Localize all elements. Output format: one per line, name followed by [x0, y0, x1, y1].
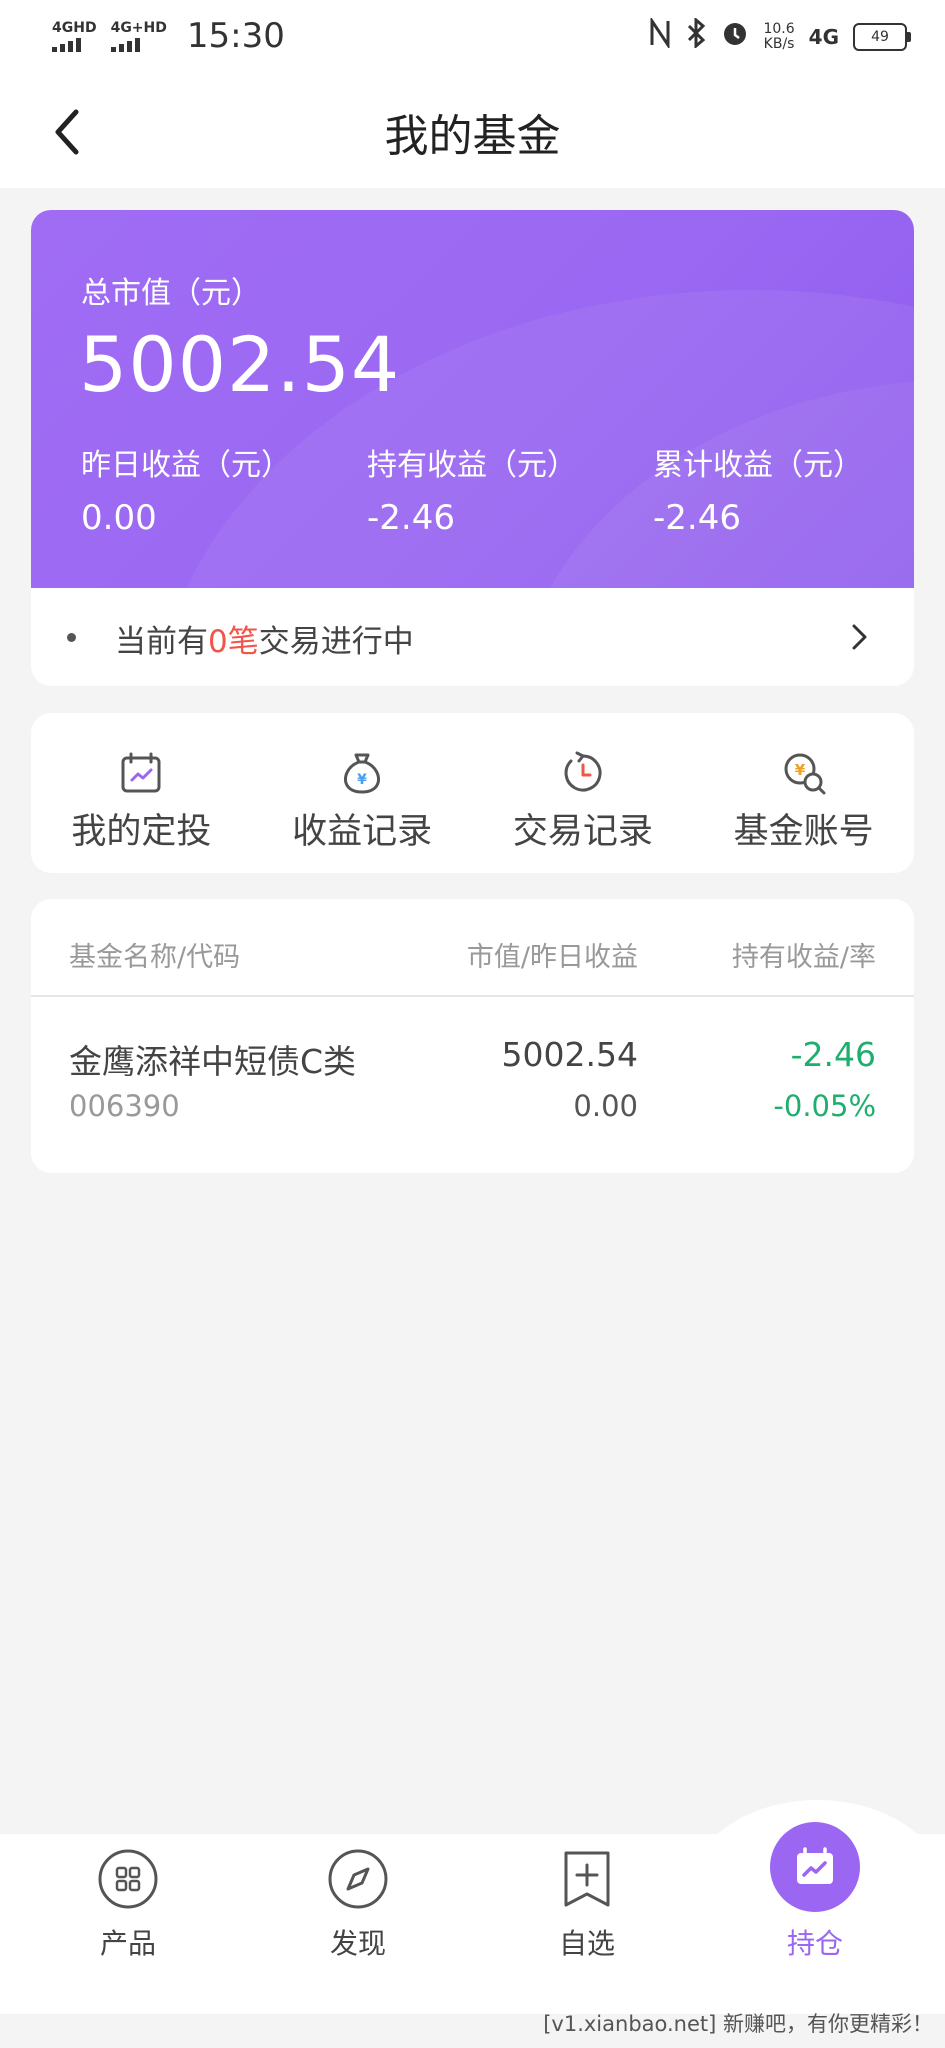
- tab-products[interactable]: 产品: [48, 1848, 208, 1962]
- column-header-name: 基金名称/代码: [69, 942, 241, 973]
- action-label: 基金账号: [733, 812, 874, 852]
- sim1-signal: 4GHD: [52, 21, 97, 52]
- pending-text: 当前有0笔交易进行中: [115, 616, 414, 661]
- total-value: 5002.54: [79, 320, 401, 409]
- tab-label: 产品: [99, 1927, 156, 1960]
- total-value-label: 总市值（元）: [81, 276, 261, 311]
- speed-unit: KB/s: [763, 35, 795, 52]
- tab-holdings[interactable]: 持仓: [735, 1822, 895, 1962]
- signal-bars-icon: [52, 37, 81, 52]
- svg-text:¥: ¥: [357, 772, 367, 788]
- speed-value: 10.6: [763, 20, 795, 37]
- tab-label: 自选: [558, 1927, 615, 1960]
- action-label: 收益记录: [292, 812, 433, 852]
- compass-icon: [328, 1849, 388, 1909]
- battery-level: 49: [871, 28, 889, 45]
- alarm-icon: [721, 19, 749, 54]
- fund-yesterday-profit: 0.00: [573, 1089, 638, 1123]
- tab-icon-wrap: [327, 1848, 389, 1910]
- fund-name: 金鹰添祥中短债C类: [69, 1042, 357, 1081]
- signal-bars-icon: [110, 37, 140, 52]
- money-bag-icon: ¥: [344, 753, 381, 794]
- holding-profit: 持有收益（元） -2.46: [367, 440, 577, 538]
- holding-profit-label: 持有收益（元）: [367, 448, 577, 483]
- tab-label: 持仓: [786, 1927, 843, 1960]
- tab-icon-wrap: [556, 1848, 618, 1910]
- tab-icon-wrap: [97, 1848, 159, 1910]
- cumulative-profit-value: -2.46: [653, 498, 741, 538]
- action-fund-account[interactable]: ¥ 基金账号: [704, 713, 904, 873]
- holdings-chart-icon: [797, 1847, 833, 1884]
- pending-prefix: 当前有: [115, 624, 208, 660]
- yesterday-profit: 昨日收益（元） 0.00: [81, 440, 291, 538]
- portfolio-summary-card: 总市值（元） 5002.54 昨日收益（元） 0.00 持有收益（元） -2.4…: [31, 210, 914, 588]
- action-label: 交易记录: [512, 812, 653, 852]
- action-label: 我的定投: [71, 812, 212, 852]
- holdings-table: 基金名称/代码 市值/昨日收益 持有收益/率 金鹰添祥中短债C类 006390 …: [31, 899, 914, 1173]
- grid-icon: [98, 1849, 158, 1909]
- column-header-value: 市值/昨日收益: [466, 942, 638, 973]
- action-trade-records[interactable]: 交易记录: [483, 713, 683, 873]
- chevron-right-icon: [852, 624, 867, 650]
- svg-text:¥: ¥: [794, 761, 805, 779]
- status-bar: 4GHD 4G+HD 15:30 10.6 KB/s 4G 49: [0, 0, 945, 74]
- watermark-note: [v1.xianbao.net] 新赚吧，有你更精彩！: [543, 2012, 933, 2036]
- network-speed: 10.6 KB/s: [763, 20, 795, 52]
- yesterday-profit-value: 0.00: [81, 498, 157, 538]
- sim1-label: 4GHD: [52, 19, 97, 36]
- tab-icon-wrap: [770, 1822, 860, 1912]
- fund-market-value: 5002.54: [501, 1035, 638, 1074]
- page-title: 我的基金: [384, 111, 561, 162]
- clock-history-icon: [564, 751, 602, 792]
- yesterday-profit-label: 昨日收益（元）: [81, 448, 291, 483]
- action-income-records[interactable]: ¥ 收益记录: [262, 713, 462, 873]
- pending-count: 0笔: [208, 624, 259, 660]
- holding-profit-value: -2.46: [367, 498, 455, 538]
- cumulative-profit-label: 累计收益（元）: [653, 448, 863, 483]
- fund-code: 006390: [69, 1089, 180, 1123]
- bookmark-plus-icon: [564, 1851, 610, 1907]
- fund-holding-rate: -0.05%: [773, 1089, 876, 1123]
- coin-search-icon: ¥: [784, 753, 826, 795]
- table-header: 基金名称/代码 市值/昨日收益 持有收益/率: [31, 899, 914, 997]
- pending-suffix: 交易进行中: [258, 624, 414, 660]
- network-type: 4G: [808, 24, 839, 49]
- sim2-signal: 4G+HD: [110, 19, 167, 52]
- quick-actions: 我的定投 ¥ 收益记录 交易记录 ¥ 基金账号: [31, 713, 914, 873]
- pending-transactions-row[interactable]: 当前有0笔交易进行中: [31, 588, 914, 686]
- fund-holding-profit: -2.46: [790, 1035, 876, 1074]
- tab-watchlist[interactable]: 自选: [507, 1848, 667, 1962]
- bluetooth-icon: [685, 16, 707, 55]
- nav-bar: 我的基金: [0, 74, 945, 188]
- action-my-plan[interactable]: 我的定投: [41, 713, 241, 873]
- tab-label: 发现: [329, 1927, 386, 1960]
- calendar-chart-icon: [121, 752, 161, 793]
- bullet-dot: [67, 633, 76, 642]
- table-row[interactable]: 金鹰添祥中短债C类 006390 5002.54 0.00 -2.46 -0.0…: [31, 997, 914, 1173]
- cumulative-profit: 累计收益（元） -2.46: [653, 440, 863, 538]
- tab-discover[interactable]: 发现: [278, 1848, 438, 1962]
- status-time: 15:30: [186, 16, 285, 56]
- battery-icon: 49: [853, 22, 911, 51]
- column-header-profit: 持有收益/率: [731, 942, 876, 973]
- sim2-label: 4G+HD: [110, 19, 167, 36]
- nfc-icon: [649, 16, 671, 55]
